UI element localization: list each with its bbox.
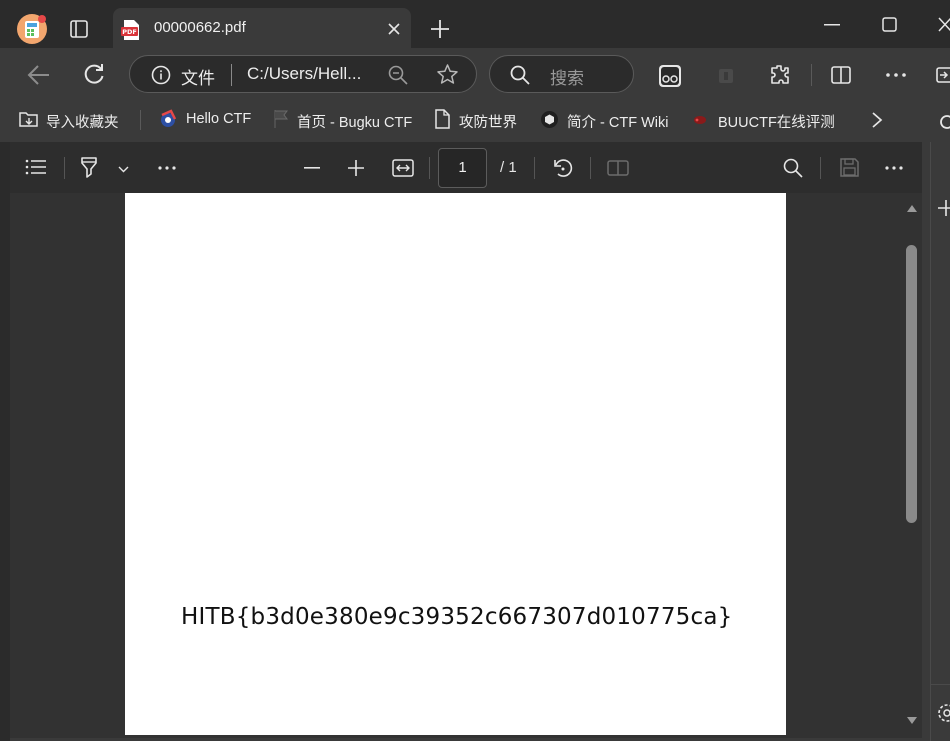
left-edge	[0, 142, 10, 741]
address-label: 文件	[181, 69, 215, 88]
find-in-pdf-icon[interactable]	[783, 158, 803, 178]
favorite-star-icon[interactable]	[436, 63, 459, 86]
zoom-icon[interactable]	[388, 65, 408, 85]
info-icon[interactable]	[151, 65, 171, 85]
pdf-divider	[534, 157, 535, 179]
bookmark-ctf-wiki[interactable]: 简介 - CTF Wiki	[567, 111, 668, 132]
import-favorites[interactable]: 导入收藏夹	[46, 111, 119, 132]
tab-actions-icon[interactable]	[69, 19, 89, 39]
sidebar-settings-icon[interactable]	[936, 702, 950, 724]
zoom-in-icon[interactable]	[348, 160, 364, 176]
sidebar-strip	[930, 142, 950, 741]
url-text[interactable]: C:/Users/Hell...	[247, 64, 361, 84]
highlight-icon[interactable]	[79, 156, 101, 180]
bookmarks-divider	[140, 110, 141, 130]
search-placeholder: 搜索	[550, 69, 584, 88]
close-window-icon[interactable]	[938, 17, 950, 32]
pdf-divider	[590, 157, 591, 179]
bookmark-hello-ctf[interactable]: Hello CTF	[186, 111, 251, 127]
chevron-right-icon[interactable]	[871, 111, 883, 129]
bookmark-buuctf[interactable]: BUUCTF在线评测	[718, 111, 835, 132]
fit-width-icon[interactable]	[392, 159, 414, 177]
sidebar-add-icon[interactable]	[938, 200, 950, 216]
back-icon[interactable]	[27, 64, 51, 86]
pdf-divider	[64, 157, 65, 179]
page-view-icon[interactable]	[607, 158, 629, 178]
pdf-page	[125, 193, 786, 735]
pdf-divider	[429, 157, 430, 179]
ctf-wiki-icon	[540, 110, 559, 129]
sidebar-search-icon[interactable]	[938, 114, 950, 132]
import-favorites-icon	[18, 109, 40, 129]
pdf-settings-more-icon[interactable]	[885, 166, 903, 170]
pdf-more-tools-icon[interactable]	[158, 166, 176, 170]
extensions-icon[interactable]	[769, 64, 791, 86]
svg-text:PDF: PDF	[122, 28, 137, 36]
hello-ctf-icon	[158, 109, 178, 129]
split-screen-icon[interactable]	[830, 64, 852, 86]
sidebar-divider	[930, 684, 950, 685]
sidebar-toggle-icon[interactable]	[936, 66, 950, 84]
pdf-file-icon: PDF	[121, 19, 141, 41]
more-menu-icon[interactable]	[886, 73, 906, 77]
page-icon	[434, 109, 450, 129]
extension-glasses-icon[interactable]	[658, 64, 682, 88]
scroll-down-icon[interactable]	[906, 716, 918, 725]
flag-text: HITB{b3d0e380e9c39352c667307d010775ca}	[181, 604, 733, 630]
profile-avatar-icon[interactable]	[16, 13, 48, 45]
buuctf-icon	[691, 113, 709, 127]
bookmark-bugku[interactable]: 首页 - Bugku CTF	[297, 111, 412, 132]
page-number-input[interactable]: 1	[438, 148, 487, 188]
close-tab-icon[interactable]	[387, 22, 401, 36]
scroll-up-icon[interactable]	[906, 204, 918, 213]
new-tab-icon[interactable]	[430, 19, 450, 39]
pdf-divider	[820, 157, 821, 179]
extension-disabled-icon[interactable]	[716, 66, 736, 86]
contents-list-icon[interactable]	[25, 158, 47, 176]
page-total: / 1	[500, 159, 517, 176]
bookmark-adworld[interactable]: 攻防世界	[459, 111, 517, 132]
minimize-icon[interactable]	[824, 24, 840, 26]
address-divider	[231, 64, 232, 86]
rotate-icon[interactable]	[552, 157, 574, 179]
bugku-flag-icon	[272, 109, 290, 129]
maximize-icon[interactable]	[882, 17, 897, 32]
zoom-out-icon[interactable]	[304, 167, 320, 169]
toolbar-divider	[811, 64, 812, 86]
save-icon[interactable]	[839, 157, 860, 178]
scrollbar-thumb[interactable]	[906, 245, 917, 523]
tab-title: 00000662.pdf	[154, 19, 246, 36]
search-icon	[510, 65, 530, 85]
refresh-icon[interactable]	[83, 63, 105, 85]
highlight-dropdown-icon[interactable]	[118, 166, 129, 173]
